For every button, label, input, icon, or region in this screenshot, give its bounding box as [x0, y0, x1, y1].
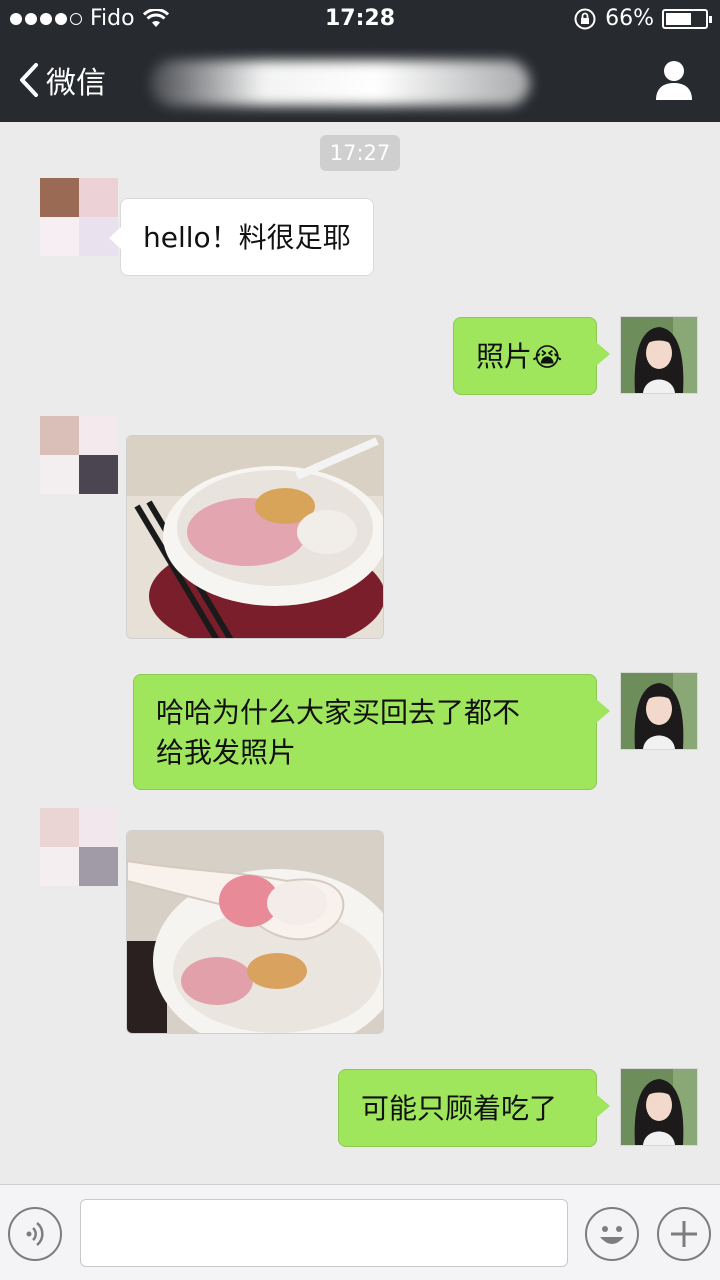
- more-button[interactable]: [657, 1207, 711, 1261]
- battery-icon: [662, 8, 712, 29]
- rotation-lock-icon: [574, 8, 596, 29]
- outgoing-message-bubble[interactable]: 照片😭: [453, 317, 610, 395]
- nav-bar: 微信: [0, 40, 720, 122]
- contact-avatar[interactable]: [40, 808, 118, 886]
- food-photo-message[interactable]: [126, 830, 384, 1034]
- voice-button[interactable]: [8, 1207, 62, 1261]
- food-photo-bowl: [127, 436, 383, 638]
- plus-icon: [671, 1221, 697, 1247]
- message-text: hello！料很足耶: [143, 221, 351, 254]
- outgoing-message-bubble[interactable]: 哈哈为什么大家买回去了都不 给我发照片: [133, 674, 610, 790]
- contact-avatar[interactable]: [40, 178, 118, 256]
- chat-timestamp: 17:27: [320, 135, 400, 171]
- chevron-left-icon: [20, 63, 38, 97]
- emoji-icon: [600, 1226, 624, 1244]
- food-photo-message[interactable]: [126, 435, 384, 639]
- message-text: 照片: [476, 340, 533, 373]
- voice-icon: [26, 1222, 44, 1246]
- my-avatar[interactable]: [620, 672, 698, 750]
- back-label: 微信: [46, 66, 106, 101]
- status-right: 66%: [573, 6, 712, 31]
- crying-emoji-icon: 😭: [532, 343, 563, 373]
- outgoing-message-bubble[interactable]: 可能只顾着吃了: [338, 1069, 610, 1147]
- profile-photo: [621, 673, 697, 749]
- incoming-message-bubble[interactable]: hello！料很足耶: [109, 198, 374, 276]
- status-bar: Fido 17:28 66%: [0, 0, 720, 40]
- emoji-button[interactable]: [585, 1207, 639, 1261]
- battery-percent: 66%: [605, 6, 654, 31]
- food-photo-spoon: [127, 831, 383, 1033]
- message-text-line: 给我发照片: [156, 736, 297, 769]
- person-icon[interactable]: [654, 58, 694, 102]
- input-bar: [0, 1184, 720, 1280]
- redacted-chat-title: [150, 60, 530, 106]
- my-avatar[interactable]: [620, 316, 698, 394]
- profile-photo: [621, 1069, 697, 1145]
- message-text: 可能只顾着吃了: [361, 1092, 558, 1125]
- profile-photo: [621, 317, 697, 393]
- message-text-line: 哈哈为什么大家买回去了都不: [156, 696, 521, 729]
- message-input[interactable]: [80, 1199, 568, 1267]
- my-avatar[interactable]: [620, 1068, 698, 1146]
- contact-avatar[interactable]: [40, 416, 118, 494]
- back-button[interactable]: 微信: [18, 58, 106, 102]
